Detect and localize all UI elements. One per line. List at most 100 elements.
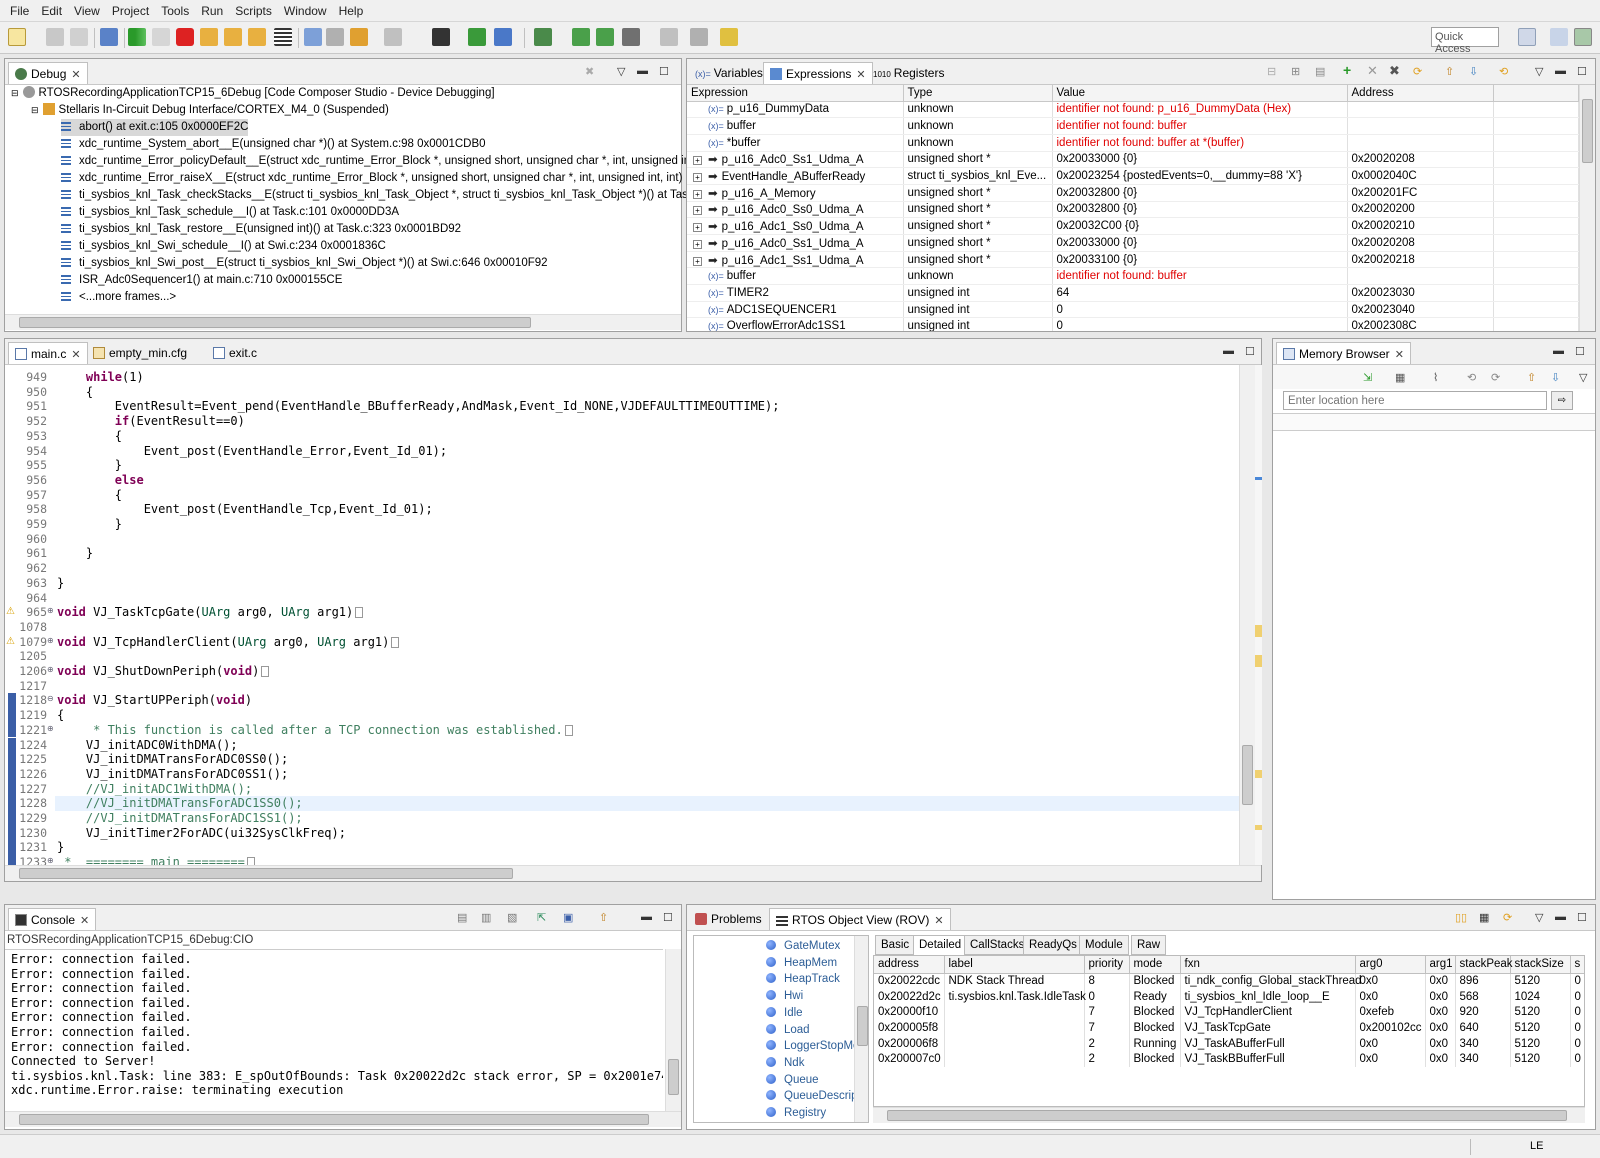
console-hscrollbar[interactable] xyxy=(5,1111,681,1127)
code-line[interactable]: void VJ_ShutDownPeriph(void) xyxy=(57,664,270,679)
expand-icon[interactable]: + xyxy=(693,239,702,249)
debug-view-icon[interactable] xyxy=(100,28,118,46)
minimize-icon[interactable]: ▬ xyxy=(641,911,652,923)
code-line[interactable]: while(1) xyxy=(57,370,144,385)
menu-run[interactable]: Run xyxy=(195,4,229,18)
memory-map-icon[interactable] xyxy=(274,28,292,46)
stack-frame[interactable]: ti_sysbios_knl_Task_checkStacks__E(struc… xyxy=(61,187,706,204)
tools-hammer-icon[interactable] xyxy=(622,28,640,46)
refresh-icon[interactable]: ⟳ xyxy=(1413,65,1422,78)
code-line[interactable]: } xyxy=(57,546,93,561)
menu-file[interactable]: File xyxy=(4,4,35,18)
close-icon[interactable]: ✕ xyxy=(934,914,943,927)
expression-value[interactable]: 0 xyxy=(1052,317,1348,331)
rov-task-row[interactable]: 0x20000f10 7 Blocked VJ_TcpHandlerClient 0xe… xyxy=(874,1004,1584,1021)
code-line[interactable]: void VJ_TaskTcpGate(UArg arg0, UArg arg1… xyxy=(57,605,364,620)
code-line[interactable]: VJ_initDMATransForADC0SS0(); xyxy=(57,752,288,767)
rov-col-header[interactable]: address xyxy=(874,956,945,974)
remove-terminated-icon[interactable]: ✖ xyxy=(585,65,594,78)
terminate-icon[interactable] xyxy=(176,28,194,46)
rov-tab-callstacks[interactable]: CallStacks xyxy=(964,935,1031,955)
rov-col-header[interactable]: mode xyxy=(1129,956,1181,974)
save-icon[interactable] xyxy=(46,28,64,46)
expand-fold-icon[interactable]: ⊕ xyxy=(47,857,55,865)
layout-icon[interactable]: ▤ xyxy=(1315,65,1325,78)
stack-frame[interactable]: <...more frames...> xyxy=(61,289,176,306)
rov-tab-raw[interactable]: Raw xyxy=(1131,935,1167,955)
expression-row[interactable]: + ➡ p_u16_Adc0_Ss1_Udma_A unsigned short * 0… xyxy=(687,151,1579,169)
code-line[interactable]: if(EventResult==0) xyxy=(57,414,245,429)
col-type[interactable]: Type xyxy=(903,85,1053,102)
stack-frame[interactable]: ti_sysbios_knl_Task_schedule__I() at Tas… xyxy=(61,204,399,221)
open-perspective-icon[interactable] xyxy=(1518,28,1536,46)
save-all-icon[interactable] xyxy=(70,28,88,46)
expression-row[interactable]: + ➡ p_u16_Adc1_Ss0_Udma_A unsigned short * 0… xyxy=(687,217,1579,235)
menu-help[interactable]: Help xyxy=(333,4,370,18)
view-menu-icon[interactable]: ▽ xyxy=(1535,65,1543,78)
suspend-icon[interactable] xyxy=(152,28,170,46)
word-wrap-icon[interactable]: ▧ xyxy=(507,911,517,924)
minimize-icon[interactable]: ▬ xyxy=(1555,65,1566,77)
go-icon[interactable]: ⇲ xyxy=(1363,371,1372,384)
close-icon[interactable]: ✕ xyxy=(80,914,89,927)
tab-console[interactable]: Console ✕ xyxy=(8,908,97,930)
tab-variables[interactable]: (x)= Variables xyxy=(689,62,769,84)
stack-frame[interactable]: ti_sysbios_knl_Task_restore__E(unsigned … xyxy=(61,221,461,238)
rov-col-header[interactable]: priority xyxy=(1084,956,1130,974)
stack-frame[interactable]: abort() at exit.c:105 0x0000EF2C xyxy=(61,119,249,136)
refresh-rov-icon[interactable]: ⟳ xyxy=(1503,911,1512,924)
expression-row[interactable]: (x)= buffer unknown identifier not found: b… xyxy=(687,117,1579,135)
view-menu-icon[interactable]: ▽ xyxy=(617,65,625,78)
refresh-memory-icon[interactable]: ⟲ xyxy=(1467,371,1476,384)
ccs-edit-perspective-icon[interactable] xyxy=(1550,28,1568,46)
step-into-icon[interactable] xyxy=(200,28,218,46)
rov-task-row[interactable]: 0x20022cdc NDK Stack Thread 8 Blocked ti_ndk… xyxy=(874,973,1584,989)
expression-row[interactable]: (x)= *buffer unknown identifier not found: … xyxy=(687,134,1579,152)
export-icon[interactable]: ⇩ xyxy=(1469,65,1478,78)
menu-project[interactable]: Project xyxy=(106,4,155,18)
new-icon[interactable] xyxy=(8,28,26,46)
rov-tab-basic[interactable]: Basic xyxy=(875,935,916,955)
pin-memory-icon[interactable]: ⇩ xyxy=(1551,371,1560,384)
rov-module-item[interactable]: GateMutex xyxy=(766,938,840,955)
expression-value[interactable]: 0x20032800 {0} xyxy=(1052,201,1348,219)
debug-perspective-icon[interactable] xyxy=(1574,28,1592,46)
expression-row[interactable]: + ➡ p_u16_Adc0_Ss1_Udma_A unsigned short * 0… xyxy=(687,234,1579,252)
resume-icon[interactable] xyxy=(128,28,146,46)
code-line[interactable]: void VJ_StartUPPeriph(void) xyxy=(57,693,252,708)
menu-view[interactable]: View xyxy=(68,4,106,18)
view-menu-icon[interactable]: ▽ xyxy=(1535,911,1543,924)
rov-col-header[interactable]: fxn xyxy=(1180,956,1356,974)
rov-module-item[interactable]: Idle xyxy=(766,1005,803,1022)
terminal-icon[interactable] xyxy=(660,28,678,46)
continuous-refresh-icon[interactable]: ⟲ xyxy=(1499,65,1508,78)
expression-row[interactable]: (x)= ADC1SEQUENCER1 unsigned int 0 0x2002304… xyxy=(687,301,1579,319)
collapse-fold-icon[interactable]: ⊖ xyxy=(47,695,55,704)
pin-console-icon[interactable]: ⇱ xyxy=(537,911,546,924)
code-line[interactable]: //VJ_initADC1WithDMA(); xyxy=(57,782,252,797)
code-line[interactable]: VJ_initDMATransForADC0SS1(); xyxy=(57,767,288,782)
rov-col-header[interactable]: label xyxy=(944,956,1085,974)
maximize-icon[interactable]: ☐ xyxy=(663,911,673,924)
expression-value[interactable]: 0x20032800 {0} xyxy=(1052,184,1348,202)
rov-module-item[interactable]: Queue xyxy=(766,1072,819,1089)
code-line[interactable]: //VJ_initDMATransForADC1SS0(); xyxy=(57,796,303,811)
stack-frame[interactable]: xdc_runtime_System_abort__E(unsigned cha… xyxy=(61,136,486,153)
maximize-icon[interactable]: ☐ xyxy=(1577,911,1587,924)
code-line[interactable]: } xyxy=(57,517,122,532)
expand-icon[interactable]: + xyxy=(693,256,702,266)
rov-col-header[interactable]: stackPeak xyxy=(1455,956,1513,974)
code-line[interactable]: Event_post(EventHandle_Tcp,Event_Id_01); xyxy=(57,502,433,517)
stack-frame[interactable]: xdc_runtime_Error_policyDefault__E(struc… xyxy=(61,153,702,170)
minimize-icon[interactable]: ▬ xyxy=(637,65,648,77)
expression-row[interactable]: (x)= TIMER2 unsigned int 64 0x20023030 xyxy=(687,284,1579,302)
target-icon[interactable] xyxy=(432,28,450,46)
expression-row[interactable]: (x)= OverflowErrorAdc1SS1 unsigned int 0 0x2… xyxy=(687,317,1579,331)
quick-access-input[interactable]: Quick Access xyxy=(1431,27,1499,55)
minimize-icon[interactable]: ▬ xyxy=(1555,911,1566,923)
rov-module-item[interactable]: Hwi xyxy=(766,988,803,1005)
editor-vscrollbar[interactable] xyxy=(1239,365,1255,865)
expression-value[interactable]: identifier not found: buffer at *(buffer… xyxy=(1052,134,1348,152)
close-icon[interactable]: ✕ xyxy=(856,68,865,81)
import-icon[interactable]: ⇧ xyxy=(1445,65,1454,78)
